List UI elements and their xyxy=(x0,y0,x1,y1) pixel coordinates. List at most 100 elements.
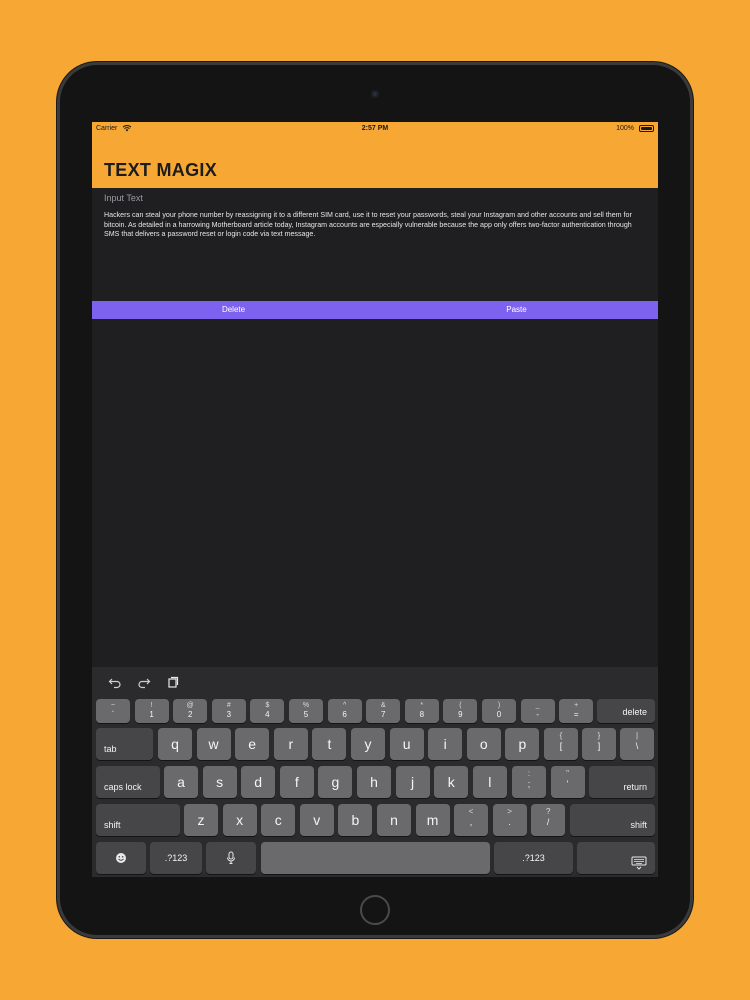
key-1[interactable]: ! 1 xyxy=(134,699,169,723)
key-symbol-2[interactable]: | \ xyxy=(620,728,654,760)
key-shift-label: } xyxy=(597,731,601,740)
input-text-area[interactable]: Hackers can steal your phone number by r… xyxy=(104,211,648,240)
key-y[interactable]: y xyxy=(351,728,385,760)
key-=[interactable]: + = xyxy=(559,699,594,723)
key-label: 5 xyxy=(303,710,309,719)
key-shift-label: ^ xyxy=(342,702,347,709)
key-p[interactable]: p xyxy=(505,728,540,760)
numbers-left-key[interactable]: .?123 xyxy=(150,842,202,874)
key-k[interactable]: k xyxy=(434,766,469,798)
return-key[interactable]: return xyxy=(589,766,655,798)
battery-icon xyxy=(639,125,654,132)
battery-percent: 100% xyxy=(616,125,634,132)
key-f[interactable]: f xyxy=(279,766,314,798)
key-shift-label: ! xyxy=(150,702,153,709)
key-0[interactable]: ) 0 xyxy=(482,699,516,723)
hide-keyboard-icon xyxy=(631,856,647,870)
key-label: ; xyxy=(527,779,531,789)
key-s[interactable]: s xyxy=(202,766,237,798)
numbers-right-key[interactable]: .?123 xyxy=(494,842,573,874)
key-w[interactable]: w xyxy=(196,728,231,760)
dictation-key[interactable] xyxy=(206,842,256,874)
delete-button[interactable]: Delete xyxy=(92,301,375,319)
shift-left-key[interactable]: shift xyxy=(96,804,180,836)
key-label: m xyxy=(426,812,439,828)
key-8[interactable]: * 8 xyxy=(404,699,439,723)
key-2[interactable]: @2 xyxy=(173,699,208,723)
key-punct-1[interactable]: " ' xyxy=(550,766,585,798)
home-button[interactable] xyxy=(360,895,390,925)
key-zsym-0[interactable]: <, xyxy=(454,804,488,836)
key-label: v xyxy=(313,812,321,828)
key-shift-label: ) xyxy=(497,702,501,709)
key-shift-label: & xyxy=(380,702,386,709)
key-z[interactable]: z xyxy=(184,804,218,836)
key-6[interactable]: ^ 6 xyxy=(327,699,362,723)
key-t[interactable]: t xyxy=(312,728,347,760)
key-c[interactable]: c xyxy=(261,804,296,836)
emoji-key[interactable] xyxy=(96,842,146,874)
key-5[interactable]: % 5 xyxy=(289,699,323,723)
key-label: j xyxy=(411,774,415,790)
key-7[interactable]: & 7 xyxy=(366,699,401,723)
key-v[interactable]: v xyxy=(299,804,334,836)
shift-right-key[interactable]: shift xyxy=(570,804,655,836)
key-r[interactable]: r xyxy=(273,728,308,760)
key-b[interactable]: b xyxy=(338,804,373,836)
key-label: x xyxy=(236,812,244,828)
key-3[interactable]: #3 xyxy=(211,699,246,723)
undo-icon[interactable] xyxy=(108,675,122,689)
input-text-label: Input Text xyxy=(104,193,143,203)
key-label: y xyxy=(364,736,372,752)
hide-keyboard-key[interactable] xyxy=(577,842,655,874)
key--[interactable]: _ - xyxy=(520,699,555,723)
delete-key[interactable]: delete xyxy=(597,699,655,723)
key-4[interactable]: $4 xyxy=(250,699,285,723)
key-d[interactable]: d xyxy=(241,766,276,798)
key-label: r xyxy=(288,736,294,752)
space-bar[interactable] xyxy=(261,842,490,874)
tab-key[interactable]: tab xyxy=(96,728,153,760)
key-label: ] xyxy=(597,741,601,751)
key-shift-label: $ xyxy=(265,702,270,709)
key-o[interactable]: o xyxy=(466,728,501,760)
key-label: f xyxy=(294,774,299,790)
key-l[interactable]: l xyxy=(472,766,507,798)
key-i[interactable]: i xyxy=(428,728,463,760)
key-label: g xyxy=(331,774,340,790)
key-shift-label: { xyxy=(559,731,563,740)
paste-button[interactable]: Paste xyxy=(375,301,658,319)
key-n[interactable]: n xyxy=(377,804,411,836)
key-x[interactable]: x xyxy=(222,804,257,836)
key-label: l xyxy=(488,774,492,790)
key-h[interactable]: h xyxy=(357,766,391,798)
key-g[interactable]: g xyxy=(318,766,353,798)
key-label: 9 xyxy=(458,710,463,719)
key-shift-label: + xyxy=(574,702,579,709)
paste-clipboard-icon[interactable] xyxy=(166,675,180,689)
microphone-icon xyxy=(227,851,235,864)
key-symbol-0[interactable]: {[ xyxy=(544,728,578,760)
key-a[interactable]: a xyxy=(164,766,198,798)
key-label: k xyxy=(447,774,455,790)
key-label: q xyxy=(171,736,179,752)
key-q[interactable]: q xyxy=(158,728,192,760)
key-j[interactable]: j xyxy=(395,766,430,798)
key-label: - xyxy=(536,710,539,719)
key-zsym-1[interactable]: >. xyxy=(492,804,527,836)
key-u[interactable]: u xyxy=(389,728,424,760)
caps-lock-key[interactable]: caps lock xyxy=(96,766,160,798)
key-9[interactable]: (9 xyxy=(443,699,478,723)
key-`[interactable]: ~ ` xyxy=(96,699,130,723)
key-punct-0[interactable]: :; xyxy=(512,766,546,798)
key-shift-label: : xyxy=(527,769,531,778)
key-label: [ xyxy=(559,741,563,751)
key-label: 8 xyxy=(419,710,425,719)
key-zsym-2[interactable]: ? / xyxy=(531,804,566,836)
key-shift-label: ? xyxy=(545,807,551,816)
key-symbol-1[interactable]: }] xyxy=(582,728,616,760)
key-m[interactable]: m xyxy=(415,804,450,836)
key-label: 1 xyxy=(149,710,154,719)
redo-icon[interactable] xyxy=(137,675,151,689)
key-e[interactable]: e xyxy=(235,728,270,760)
